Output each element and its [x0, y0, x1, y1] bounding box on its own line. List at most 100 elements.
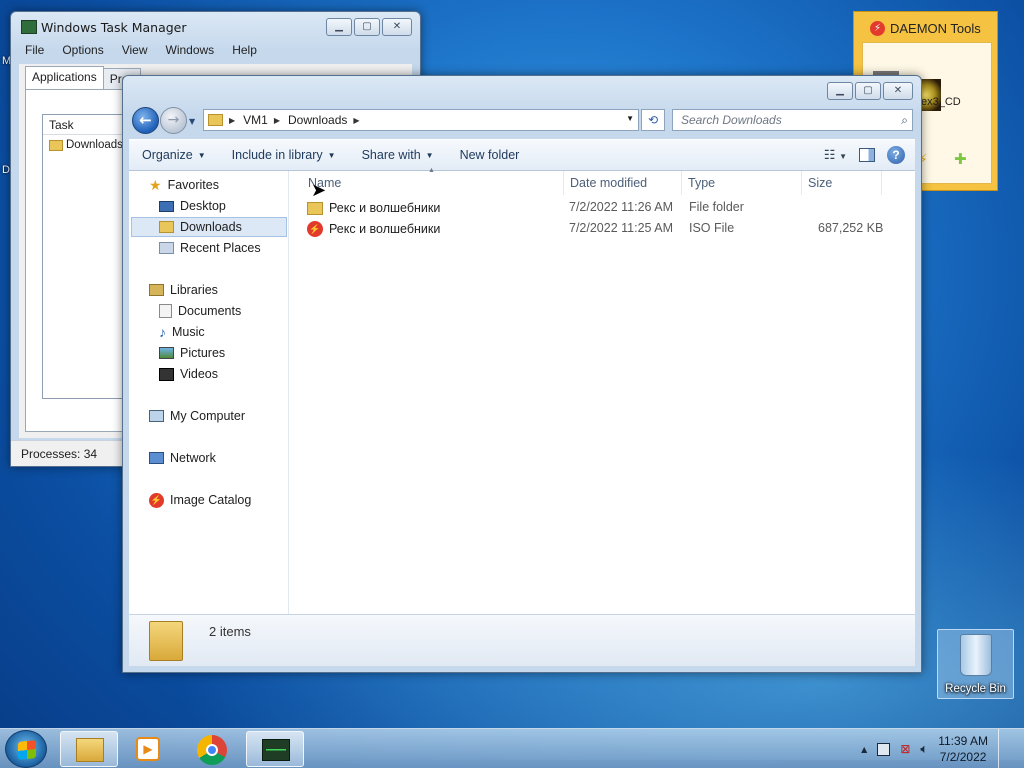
nav-my-computer[interactable]: My Computer — [149, 406, 245, 426]
explorer-icon — [76, 738, 104, 762]
window-title: Windows Task Manager — [41, 20, 187, 35]
refresh-button[interactable]: ⟲ — [641, 109, 665, 131]
gadget-title: DAEMON Tools — [890, 21, 981, 36]
taskbar-explorer-button[interactable] — [60, 731, 118, 767]
column-header-type[interactable]: Type — [682, 171, 802, 195]
search-placeholder: Search Downloads — [681, 113, 782, 127]
nav-pictures[interactable]: Pictures — [159, 343, 225, 363]
close-button[interactable]: ✕ — [883, 82, 913, 100]
new-folder-button[interactable]: New folder — [447, 148, 533, 162]
tab-applications[interactable]: Applications — [25, 66, 104, 90]
maximize-button[interactable]: ▢ — [855, 82, 881, 100]
clock-time: 11:39 AM — [938, 734, 988, 748]
nav-libraries[interactable]: Libraries — [149, 280, 218, 300]
menu-bar: File Options View Windows Help — [25, 43, 257, 57]
address-bar[interactable]: ▶ VM1 ▶ Downloads ▶ ▼ — [203, 109, 639, 131]
taskbar-task-manager-button[interactable] — [246, 731, 304, 767]
minimize-button[interactable]: ▁ — [827, 82, 853, 100]
column-header-date-modified[interactable]: Date modified — [564, 171, 682, 195]
pictures-icon — [159, 347, 174, 359]
taskbar-media-player-button[interactable]: ▶ — [120, 731, 178, 767]
desktop-icon — [159, 200, 174, 212]
file-row[interactable]: Рекс и волшебники 7/2/2022 11:26 AM File… — [307, 198, 907, 218]
folder-large-icon — [149, 621, 183, 661]
forward-button[interactable]: → — [160, 107, 187, 134]
file-list: ▲ Name Date modified Type Size Рекс и во… — [289, 167, 915, 614]
show-desktop-button[interactable] — [998, 729, 1010, 768]
task-manager-icon — [21, 20, 37, 34]
file-row[interactable]: ⚡ Рекс и волшебники 7/2/2022 11:25 AM IS… — [307, 219, 907, 239]
command-bar: Organize ▼ Include in library ▼ Share with… — [129, 139, 915, 171]
view-options-icon[interactable]: ☷ ▼ — [824, 147, 847, 163]
menu-options[interactable]: Options — [62, 43, 103, 57]
folder-icon: ▶ — [204, 114, 239, 126]
task-name: Downloads — [66, 139, 123, 151]
close-button[interactable]: ✕ — [382, 18, 412, 36]
address-dropdown-icon[interactable]: ▼ — [626, 114, 634, 123]
taskbar-chrome-button[interactable] — [183, 731, 241, 767]
back-button[interactable]: ← — [132, 107, 159, 134]
column-header-name[interactable]: Name — [289, 171, 564, 195]
menu-windows[interactable]: Windows — [166, 43, 215, 57]
task-manager-icon — [262, 739, 290, 761]
organize-button[interactable]: Organize ▼ — [129, 148, 219, 162]
nav-music[interactable]: ♪ Music — [159, 322, 205, 342]
daemon-tools-icon: ⚡ — [149, 492, 164, 508]
file-name: Рекс и волшебники — [329, 222, 441, 236]
recycle-bin-icon — [960, 634, 992, 676]
menu-help[interactable]: Help — [232, 43, 257, 57]
recycle-bin[interactable]: Recycle Bin — [937, 629, 1014, 699]
action-center-icon[interactable] — [877, 742, 891, 756]
navigation-pane: ★ Favorites Desktop Downloads Recent Plac… — [129, 171, 289, 614]
nav-image-catalog[interactable]: ⚡ Image Catalog — [149, 490, 251, 510]
nav-videos[interactable]: Videos — [159, 364, 218, 384]
mouse-cursor-icon: ➤ — [311, 180, 327, 200]
clock[interactable]: 11:39 AM 7/2/2022 — [938, 733, 988, 765]
file-date: 7/2/2022 11:26 AM — [569, 200, 674, 214]
search-icon[interactable]: ⌕ — [901, 110, 908, 130]
taskbar: ▶ ▲ ⊠ 🔈︎ 11:39 AM 7/2/2022 — [0, 728, 1024, 768]
show-hidden-icons-icon[interactable]: ▲ — [861, 745, 867, 754]
breadcrumb-vm1[interactable]: VM1 ▶ — [239, 113, 284, 127]
recent-pages-icon[interactable]: ▼ — [189, 117, 195, 126]
menu-view[interactable]: View — [122, 43, 148, 57]
daemon-tools-icon: ⚡ — [870, 21, 885, 36]
folder-icon — [307, 201, 323, 215]
file-date: 7/2/2022 11:25 AM — [569, 221, 674, 235]
share-with-button[interactable]: Share with ▼ — [349, 148, 447, 162]
minimize-button[interactable]: ▁ — [326, 18, 352, 36]
preview-pane-icon[interactable] — [859, 148, 875, 162]
recent-places-icon — [159, 242, 174, 254]
desktop-icon-label-partial[interactable]: D — [2, 164, 10, 176]
maximize-button[interactable]: ▢ — [354, 18, 380, 36]
network-tray-icon[interactable]: ⊠ — [900, 742, 910, 756]
image-label: ex3_CD — [921, 96, 961, 108]
breadcrumb-downloads[interactable]: Downloads ▶ — [284, 113, 364, 127]
navigation-bar: ← → ▼ ▶ VM1 ▶ Downloads ▶ ▼ ⟲ Search Downl… — [123, 104, 921, 136]
file-name: Рекс и волшебники — [329, 201, 441, 215]
volume-icon[interactable]: 🔈︎ — [920, 742, 928, 757]
nav-network[interactable]: Network — [149, 448, 216, 468]
help-icon[interactable]: ? — [887, 146, 905, 164]
star-icon: ★ — [149, 176, 162, 193]
nav-desktop[interactable]: Desktop — [159, 196, 226, 216]
recycle-bin-label: Recycle Bin — [945, 683, 1006, 695]
main-pane: ★ Favorites Desktop Downloads Recent Plac… — [129, 167, 915, 614]
nav-documents[interactable]: Documents — [159, 301, 241, 321]
chrome-icon — [197, 735, 227, 765]
network-icon — [149, 452, 164, 464]
nav-recent-places[interactable]: Recent Places — [159, 238, 261, 258]
menu-file[interactable]: File — [25, 43, 44, 57]
nav-downloads[interactable]: Downloads — [131, 217, 287, 237]
column-header-size[interactable]: Size — [802, 171, 882, 195]
include-in-library-button[interactable]: Include in library ▼ — [219, 148, 349, 162]
file-type: File folder — [689, 200, 744, 214]
unmount-icon[interactable]: ✚ — [954, 150, 967, 168]
start-button[interactable] — [5, 730, 47, 768]
explorer-window[interactable]: ▁ ▢ ✕ ← → ▼ ▶ VM1 ▶ Downloads ▶ ▼ ⟲ Search… — [122, 75, 922, 673]
libraries-icon — [149, 284, 164, 296]
details-pane: 2 items — [129, 614, 915, 666]
search-input[interactable]: Search Downloads ⌕ — [672, 109, 913, 131]
nav-favorites[interactable]: ★ Favorites — [149, 175, 219, 195]
documents-icon — [159, 304, 172, 318]
